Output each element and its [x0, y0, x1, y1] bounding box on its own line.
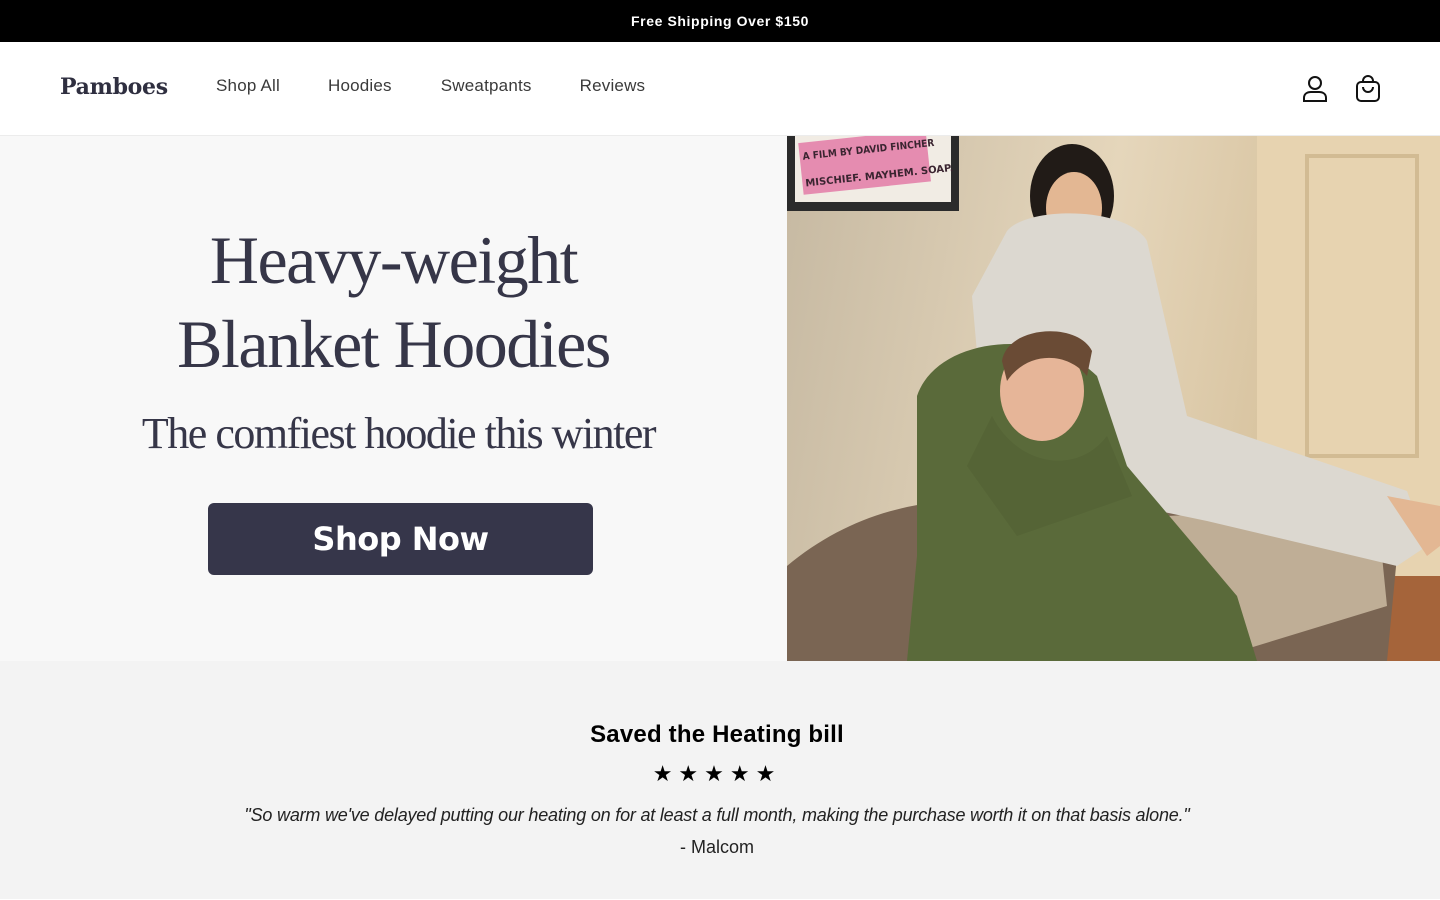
- account-button[interactable]: [1300, 74, 1330, 104]
- announcement-text: Free Shipping Over $150: [631, 13, 809, 29]
- cart-button[interactable]: [1353, 74, 1383, 104]
- cart-icon: [1356, 75, 1380, 102]
- review-stars: ★★★★★: [652, 761, 782, 786]
- site-header: Pamboes Shop All Hoodies Sweatpants Revi…: [0, 42, 1440, 136]
- review-quote: "So warm we've delayed putting our heati…: [244, 805, 1190, 825]
- hero-title: Heavy-weight Blanket Hoodies: [0, 218, 787, 386]
- hero-subtitle: The comfiest hoodie this winter: [141, 409, 657, 458]
- review-author: - Malcom: [679, 837, 754, 857]
- nav-shop-all[interactable]: Shop All: [216, 76, 280, 96]
- review-section: Saved the Heating bill ★★★★★ "So warm we…: [0, 661, 1440, 899]
- main-nav: Shop All Hoodies Sweatpants Reviews: [216, 76, 693, 96]
- hero-photo: A FILM BY DAVID FINCHER MISCHIEF. MAYHEM…: [787, 136, 1440, 661]
- hero-text-panel: Heavy-weight Blanket Hoodies The comfies…: [0, 136, 787, 661]
- nav-reviews[interactable]: Reviews: [580, 76, 646, 96]
- hero-title-line2: Blanket Hoodies: [177, 306, 611, 382]
- hero-title-line1: Heavy-weight: [209, 222, 579, 298]
- logo[interactable]: Pamboes: [60, 74, 168, 100]
- account-icon: [1303, 76, 1327, 102]
- announcement-bar: Free Shipping Over $150: [0, 0, 1440, 42]
- shop-now-button[interactable]: Shop Now: [208, 503, 593, 575]
- nav-hoodies[interactable]: Hoodies: [328, 76, 392, 96]
- hero-photo-illustration: A FILM BY DAVID FINCHER MISCHIEF. MAYHEM…: [787, 136, 1440, 661]
- hero-banner: Heavy-weight Blanket Hoodies The comfies…: [0, 136, 1440, 661]
- nav-sweatpants[interactable]: Sweatpants: [441, 76, 532, 96]
- review-title: Saved the Heating bill: [590, 721, 844, 748]
